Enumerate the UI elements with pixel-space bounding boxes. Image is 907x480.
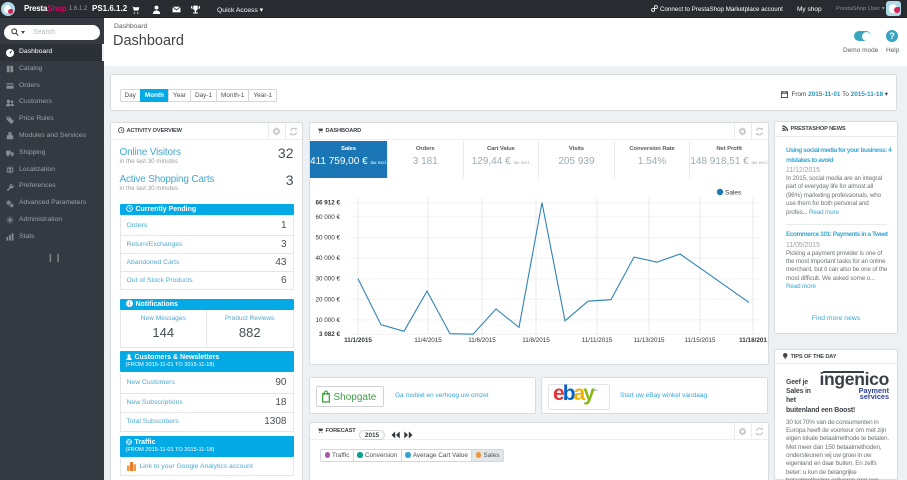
svg-text:11/18/201: 11/18/201 (739, 337, 767, 344)
svg-text:60 000 €: 60 000 € (315, 214, 340, 221)
svg-text:11/1/2015: 11/1/2015 (344, 337, 372, 344)
svg-text:3 082 €: 3 082 € (319, 331, 341, 338)
svg-text:11/6/2015: 11/6/2015 (468, 337, 496, 344)
svg-text:11/11/2015: 11/11/2015 (582, 337, 613, 344)
svg-text:20 000 €: 20 000 € (315, 296, 340, 303)
svg-text:30 000 €: 30 000 € (315, 276, 340, 283)
svg-text:10 000 €: 10 000 € (315, 317, 340, 324)
svg-text:Sales: Sales (725, 190, 742, 197)
svg-text:40 000 €: 40 000 € (315, 255, 340, 262)
svg-text:11/15/2015: 11/15/2015 (684, 337, 716, 344)
svg-text:11/13/2015: 11/13/2015 (633, 337, 665, 344)
svg-text:50 000 €: 50 000 € (315, 235, 340, 242)
svg-text:11/8/2015: 11/8/2015 (522, 337, 550, 344)
svg-text:11/4/2015: 11/4/2015 (414, 337, 442, 344)
svg-text:66 912 €: 66 912 € (315, 200, 340, 207)
